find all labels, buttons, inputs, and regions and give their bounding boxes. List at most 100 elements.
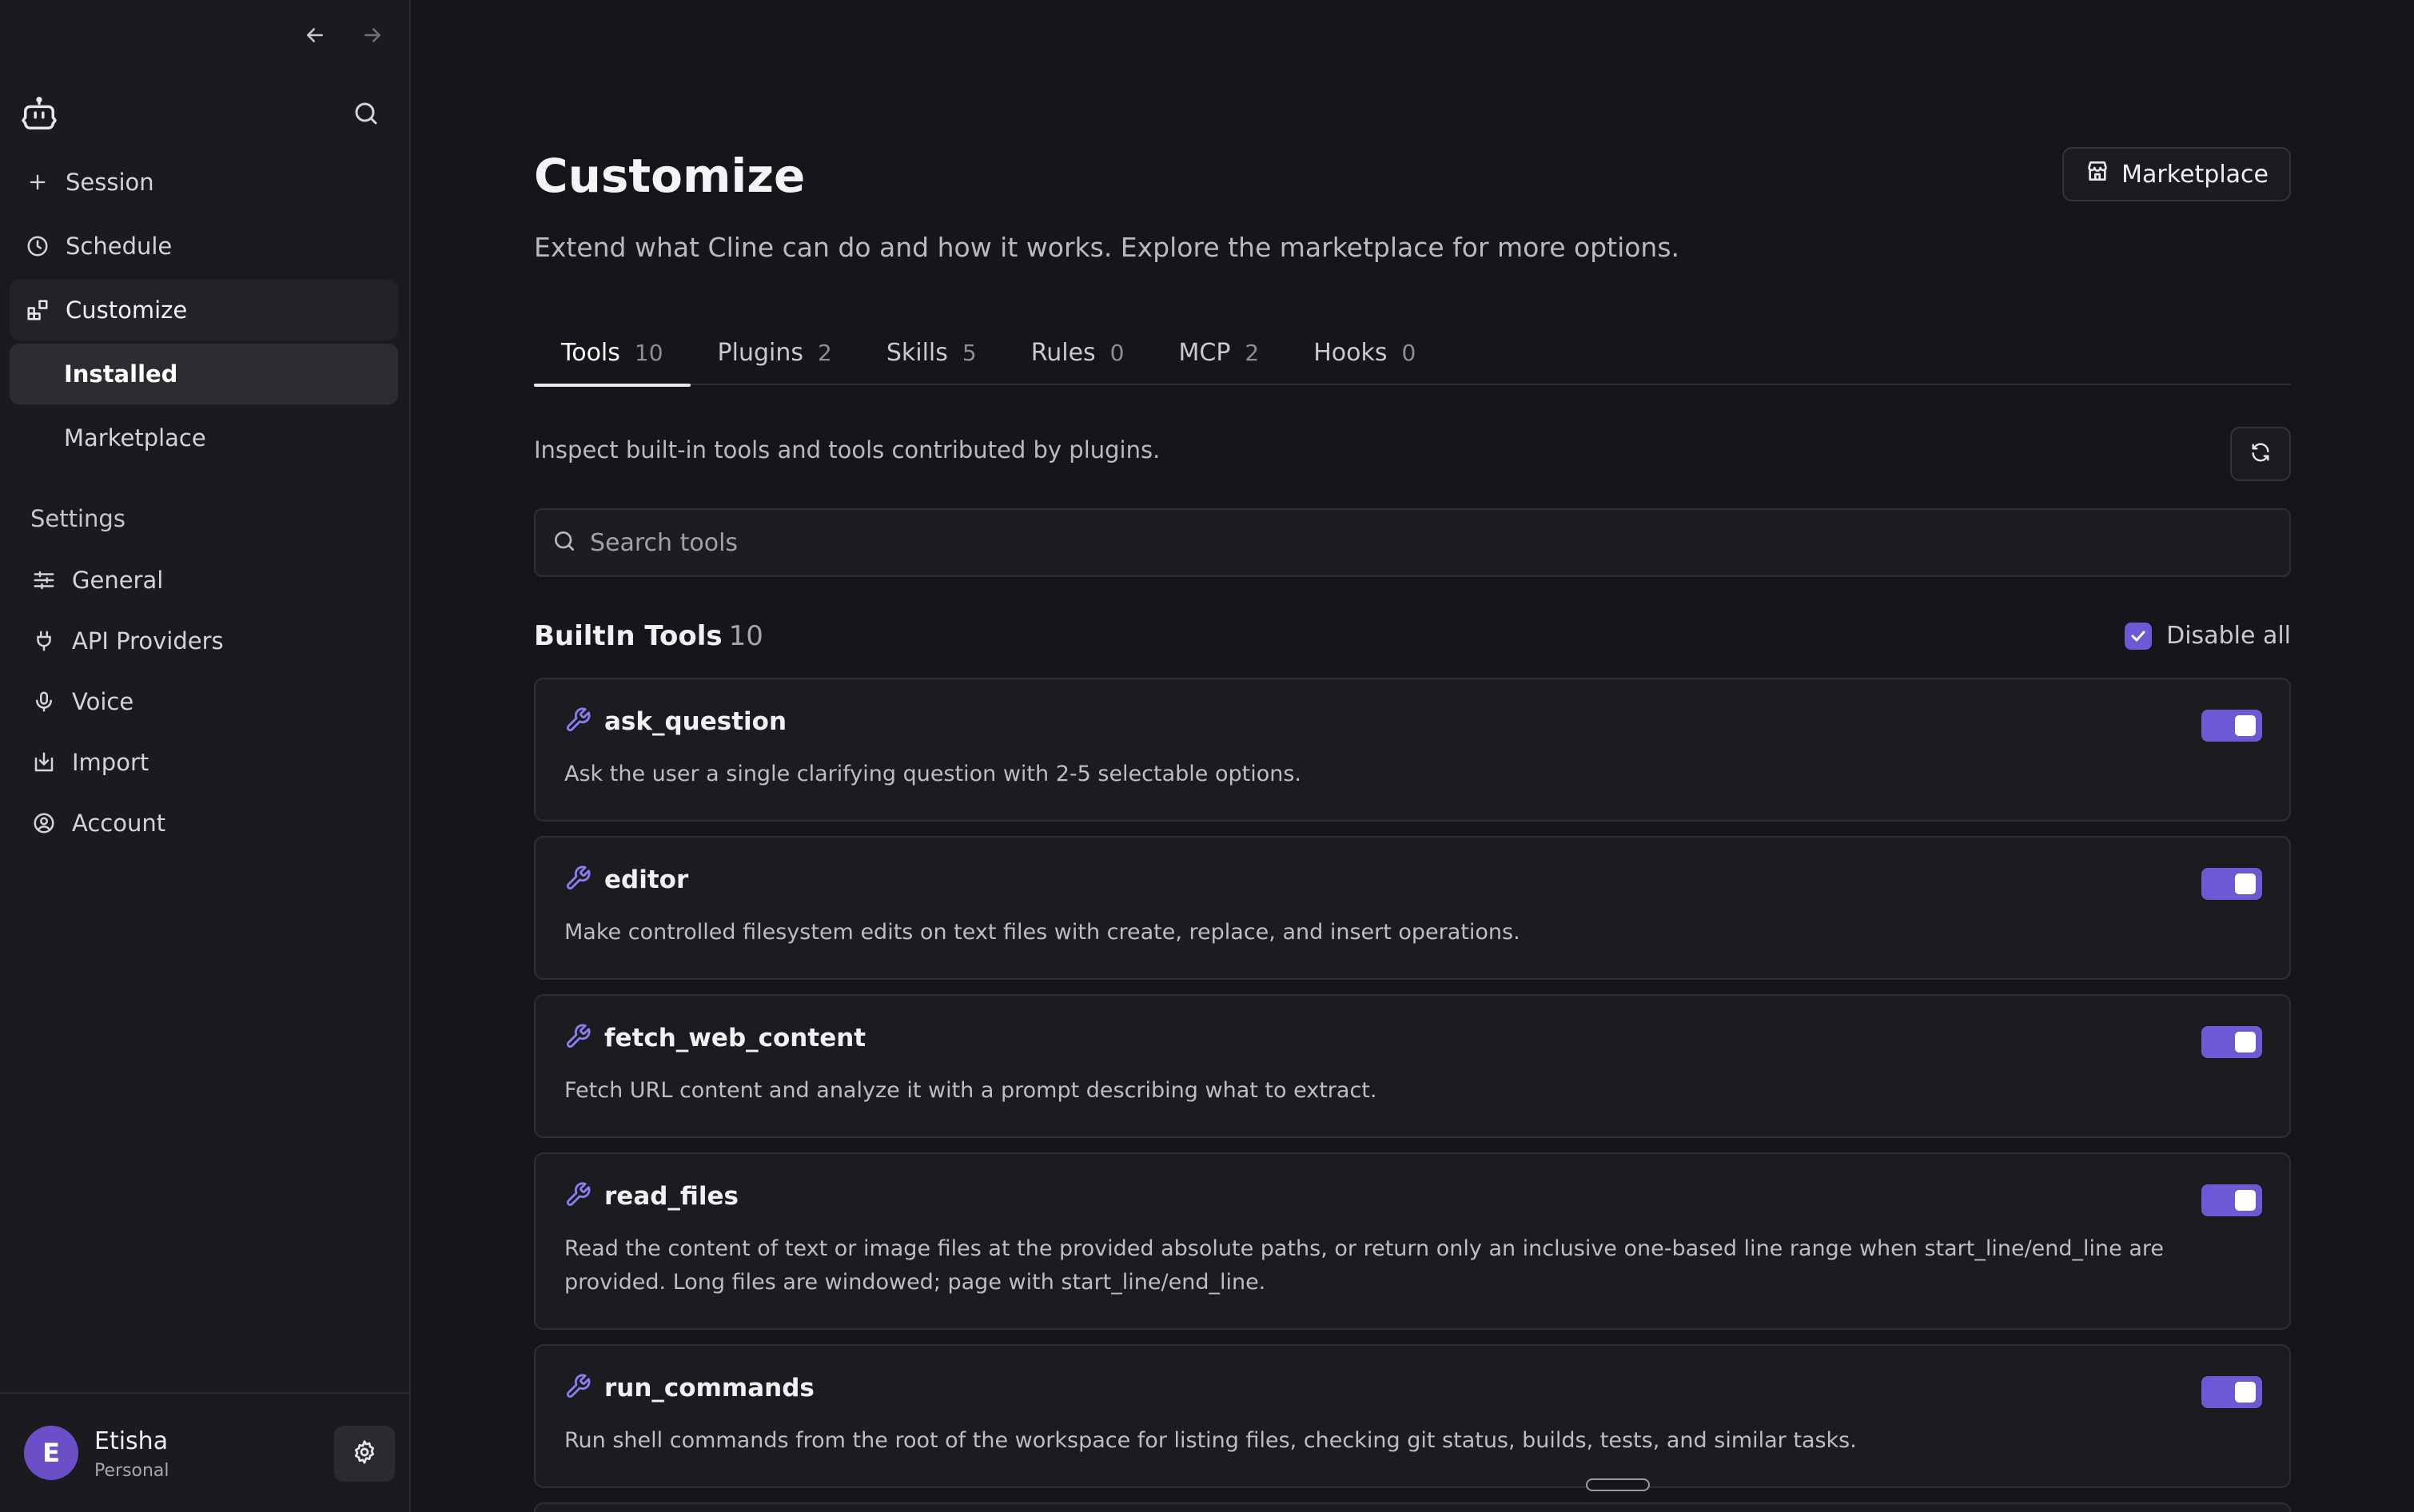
refresh-button[interactable] [2230, 427, 2291, 481]
tool-toggle[interactable] [2201, 1376, 2262, 1408]
refresh-icon [2249, 441, 2272, 467]
tool-card: fetch_web_content Fetch URL content and … [534, 994, 2291, 1138]
clock-icon [24, 233, 51, 260]
user-plan: Personal [94, 1461, 169, 1481]
disable-all-control[interactable]: Disable all [2125, 622, 2291, 650]
toggle-knob [2235, 715, 2256, 736]
section-count: 10 [728, 620, 763, 652]
forward-arrow-icon[interactable] [358, 21, 387, 50]
tool-card: run_commands Run shell commands from the… [534, 1344, 2291, 1488]
search-tools-field [534, 508, 2291, 577]
primary-nav: Session Schedule Customize Installed Mar… [10, 152, 398, 472]
nav-item-marketplace[interactable]: Marketplace [10, 408, 398, 468]
settings-item-account[interactable]: Account [10, 794, 398, 852]
tab-count: 0 [1401, 339, 1416, 366]
back-arrow-icon[interactable] [301, 21, 329, 50]
tool-toggle[interactable] [2201, 1026, 2262, 1058]
settings-item-label: API Providers [72, 627, 224, 655]
nav-item-customize[interactable]: Customize [10, 280, 398, 340]
marketplace-button-label: Marketplace [2121, 160, 2269, 189]
nav-item-label: Customize [66, 296, 188, 324]
tab-label: Rules [1030, 338, 1096, 367]
settings-heading: Settings [30, 505, 125, 532]
tab-tools[interactable]: Tools 10 [534, 320, 691, 387]
settings-item-voice[interactable]: Voice [10, 673, 398, 730]
disable-all-label: Disable all [2166, 622, 2291, 650]
tool-toggle[interactable] [2201, 868, 2262, 900]
section-title-text: BuiltIn Tools [534, 620, 723, 652]
tool-description: Fetch URL content and analyze it with a … [564, 1078, 1377, 1103]
scroll-handle[interactable] [1586, 1478, 1650, 1491]
tab-label: Plugins [717, 338, 804, 367]
wrench-icon [564, 706, 592, 737]
settings-item-api-providers[interactable]: API Providers [10, 612, 398, 670]
tab-label: Skills [886, 338, 948, 367]
plus-icon [24, 169, 51, 196]
import-icon [30, 749, 58, 776]
tool-name: read_files [604, 1182, 739, 1211]
app-logo-icon [21, 96, 58, 133]
user-footer: E Etisha Personal [0, 1392, 409, 1512]
tool-card: editor Make controlled filesystem edits … [534, 836, 2291, 980]
disable-all-checkbox[interactable] [2125, 622, 2153, 650]
tool-list: ask_question Ask the user a single clari… [534, 678, 2291, 1512]
wrench-icon [564, 865, 592, 895]
history-nav [301, 21, 387, 50]
nav-item-installed[interactable]: Installed [10, 344, 398, 404]
search-tools-input[interactable] [590, 528, 2109, 557]
nav-item-schedule[interactable]: Schedule [10, 216, 398, 277]
tab-count: 5 [962, 339, 977, 366]
settings-item-label: General [72, 567, 164, 594]
toggle-knob [2235, 1190, 2256, 1211]
tab-count: 2 [818, 339, 832, 366]
tab-mcp[interactable]: MCP 2 [1152, 320, 1287, 385]
tool-name: ask_question [604, 707, 787, 736]
nav-item-label: Marketplace [64, 424, 206, 452]
sidebar: Session Schedule Customize Installed Mar… [0, 0, 411, 1512]
wrench-icon [564, 1181, 592, 1212]
section-title: BuiltIn Tools 10 [534, 620, 763, 652]
tab-plugins[interactable]: Plugins 2 [691, 320, 859, 385]
tool-name: editor [604, 865, 689, 894]
tool-card: read_files Read the content of text or i… [534, 1152, 2291, 1330]
tool-toggle[interactable] [2201, 710, 2262, 742]
tool-name: run_commands [604, 1374, 815, 1403]
search-icon [552, 528, 577, 557]
settings-item-label: Import [72, 749, 149, 776]
settings-button[interactable] [334, 1426, 395, 1482]
page-title: Customize [534, 149, 806, 203]
wrench-icon [564, 1373, 592, 1403]
avatar[interactable]: E [24, 1426, 78, 1480]
tab-label: Tools [561, 338, 620, 367]
tool-toggle[interactable] [2201, 1184, 2262, 1216]
tool-description: Ask the user a single clarifying questio… [564, 762, 1302, 786]
tab-rules[interactable]: Rules 0 [1004, 320, 1152, 385]
tab-label: MCP [1178, 338, 1231, 367]
settings-item-general[interactable]: General [10, 551, 398, 609]
settings-nav: General API Providers Voice Import Accou… [10, 551, 398, 855]
wrench-icon [564, 1023, 592, 1053]
tab-hooks[interactable]: Hooks 0 [1286, 320, 1443, 385]
settings-item-label: Voice [72, 688, 134, 715]
marketplace-button[interactable]: Marketplace [2062, 147, 2291, 201]
tab-skills[interactable]: Skills 5 [859, 320, 1004, 385]
main-panel: Customize Extend what Cline can do and h… [412, 0, 2414, 1512]
store-icon [2085, 158, 2110, 190]
tab-count: 2 [1245, 339, 1260, 366]
tab-label: Hooks [1313, 338, 1388, 367]
nav-item-label: Schedule [66, 233, 173, 260]
nav-item-session[interactable]: Session [10, 152, 398, 213]
plug-icon [30, 627, 58, 655]
tool-description: Make controlled filesystem edits on text… [564, 920, 1520, 945]
user-circle-icon [30, 810, 58, 837]
user-name: Etisha [94, 1427, 169, 1455]
toggle-knob [2235, 873, 2256, 894]
tool-name: fetch_web_content [604, 1024, 866, 1052]
tab-count: 0 [1109, 339, 1125, 366]
settings-item-import[interactable]: Import [10, 734, 398, 791]
tab-count: 10 [634, 339, 663, 366]
search-icon[interactable] [352, 99, 382, 129]
tool-card-partial [534, 1502, 2291, 1512]
page-subtitle: Extend what Cline can do and how it work… [534, 232, 1680, 263]
sliders-icon [30, 567, 58, 594]
